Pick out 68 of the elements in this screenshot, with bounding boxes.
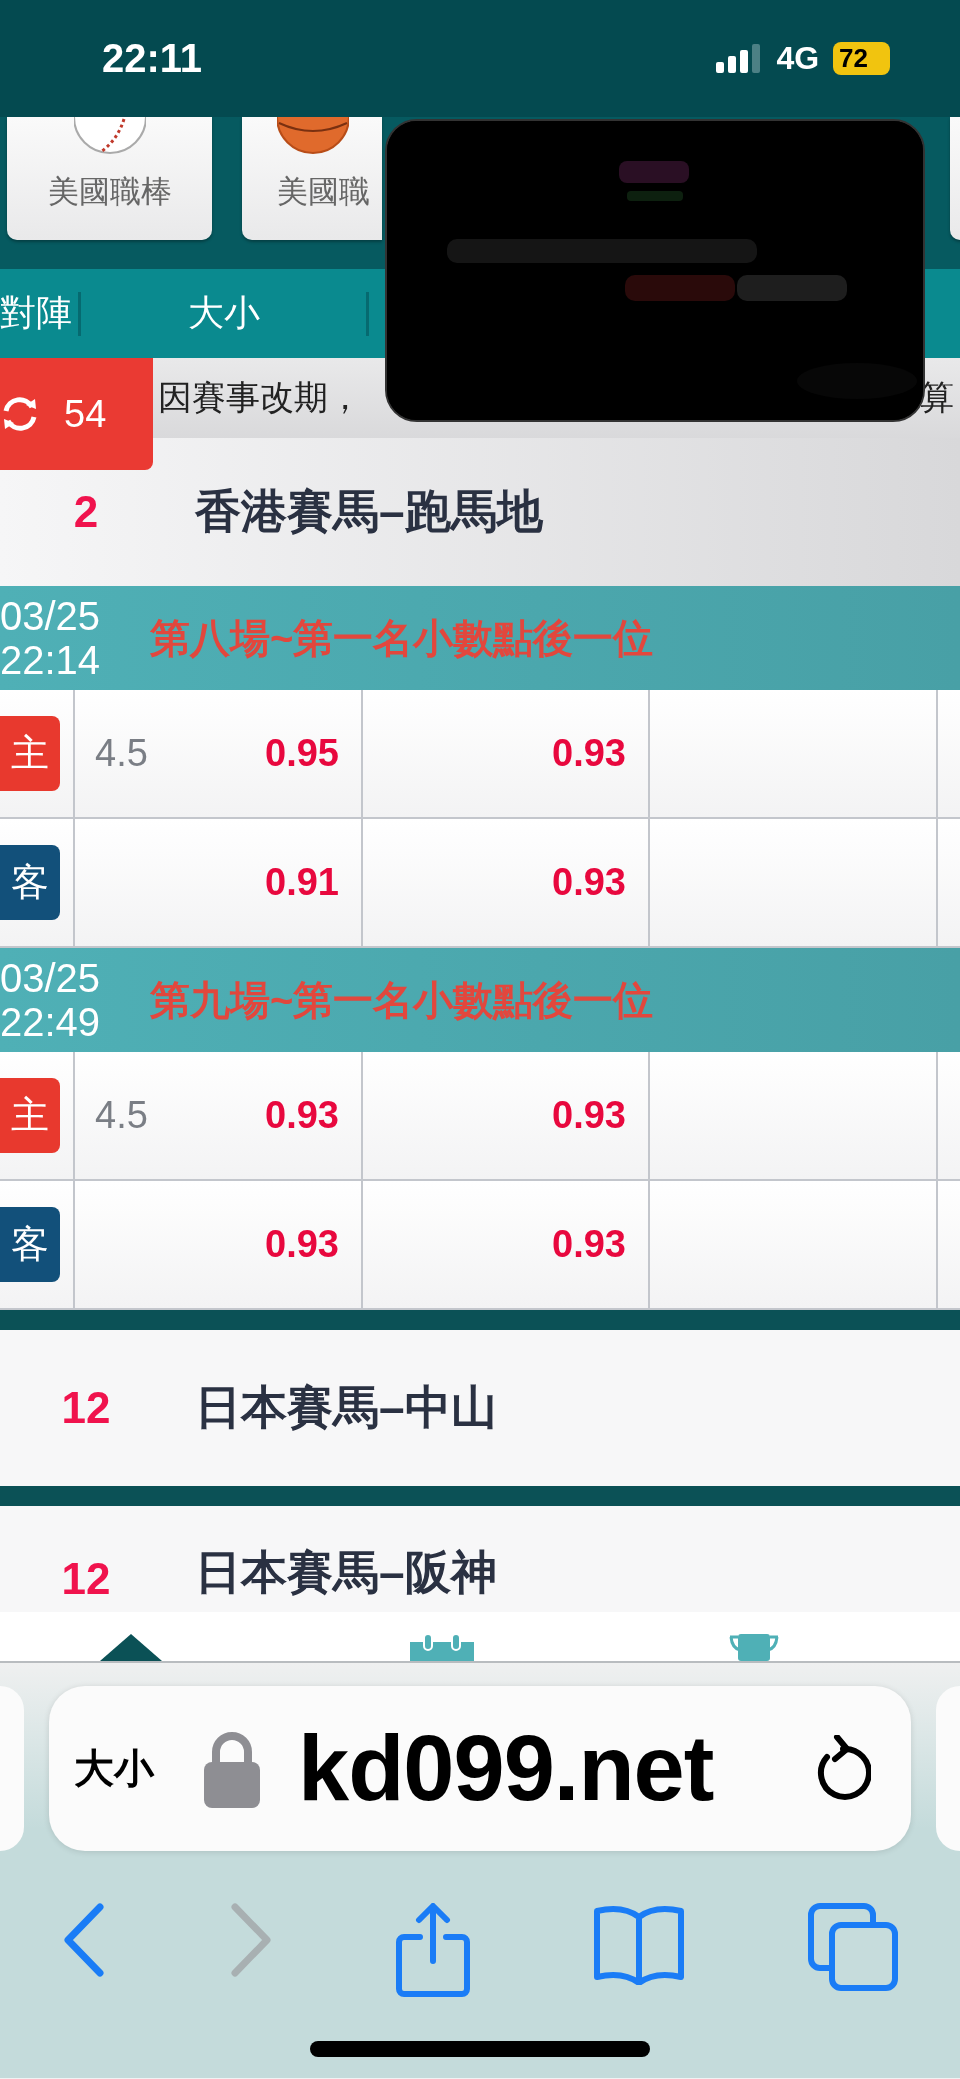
- odds-value: 0.93: [552, 1223, 626, 1266]
- sport-card[interactable]: 美國職棒: [7, 117, 212, 240]
- odds-cell[interactable]: 0.93: [73, 1181, 361, 1308]
- handicap-value: 4.5: [95, 1094, 148, 1137]
- basketball-icon: [277, 117, 349, 157]
- forward-icon[interactable]: [228, 1903, 273, 1977]
- card-label: 美國職棒: [47, 173, 172, 211]
- bookmarks-icon[interactable]: [593, 1903, 686, 1985]
- notice-text: 因賽事改期，: [158, 377, 362, 418]
- league-row[interactable]: 2 香港賽馬–跑馬地: [0, 438, 960, 586]
- home-icon[interactable]: [100, 1634, 162, 1661]
- odds-value: 0.93: [552, 1094, 626, 1137]
- tab-preview[interactable]: [0, 1686, 24, 1851]
- odds-cell[interactable]: 4.5 0.93: [73, 1052, 361, 1179]
- odds-value: 0.95: [265, 732, 339, 775]
- league-row[interactable]: 12 日本賽馬–阪神: [0, 1506, 960, 1612]
- league-row[interactable]: 12 日本賽馬–中山: [0, 1330, 960, 1486]
- race-date: 03/25: [0, 956, 102, 1000]
- lock-icon: [204, 1729, 260, 1808]
- address-bar[interactable]: 大小 kd099.net: [49, 1686, 911, 1851]
- odds-value: 0.93: [552, 732, 626, 775]
- odds-value: 0.93: [265, 1094, 339, 1137]
- battery-indicator: 72: [833, 42, 890, 75]
- page-settings-button[interactable]: 大小: [74, 1741, 154, 1796]
- side-badge: 客: [0, 1207, 60, 1282]
- trophy-icon[interactable]: [728, 1634, 780, 1661]
- odds-value: 0.91: [265, 861, 339, 904]
- handicap-value: 4.5: [95, 732, 148, 775]
- odds-cell[interactable]: 0.91: [73, 819, 361, 946]
- event-count: 12: [60, 1383, 112, 1433]
- notice-text: 算: [920, 377, 954, 418]
- refresh-button[interactable]: 54: [0, 358, 153, 470]
- odds-cell[interactable]: 0.93: [361, 819, 648, 946]
- tab[interactable]: 對陣: [0, 289, 78, 338]
- odds-cell[interactable]: 0.93: [361, 1052, 648, 1179]
- share-icon[interactable]: [395, 1903, 470, 1997]
- league-name: 日本賽馬–阪神: [195, 1545, 497, 1600]
- event-count: 2: [72, 487, 100, 537]
- side-badge: 主: [0, 1078, 60, 1153]
- race-title: 第九場~第一名小數點後一位: [150, 976, 654, 1024]
- league-name: 香港賽馬–跑馬地: [195, 484, 543, 539]
- side-badge: 客: [0, 845, 60, 920]
- odds-cell[interactable]: 0.93: [361, 1181, 648, 1308]
- race-time: 22:49: [0, 1000, 102, 1044]
- status-time: 22:11: [102, 36, 203, 81]
- odds-cell[interactable]: 4.5 0.95: [73, 690, 361, 817]
- race-time: 22:14: [0, 638, 102, 682]
- calendar-icon[interactable]: [410, 1634, 474, 1661]
- card-label: 美國職: [277, 173, 370, 211]
- tab[interactable]: 大小: [81, 289, 366, 338]
- event-count: 12: [60, 1554, 112, 1604]
- race-date: 03/25: [0, 594, 102, 638]
- refresh-icon: [2, 397, 38, 431]
- refresh-count: 54: [64, 392, 107, 436]
- odds-cell[interactable]: 0.93: [361, 690, 648, 817]
- league-name: 日本賽馬–中山: [195, 1380, 497, 1435]
- odds-value: 0.93: [552, 861, 626, 904]
- tab-preview[interactable]: [936, 1686, 960, 1851]
- back-icon[interactable]: [61, 1903, 106, 1977]
- odds-value: 0.93: [265, 1223, 339, 1266]
- baseball-icon: [73, 117, 146, 157]
- signal-icon: [716, 43, 763, 74]
- side-badge: 主: [0, 716, 60, 791]
- race-title: 第八場~第一名小數點後一位: [150, 614, 654, 662]
- sport-card[interactable]: 美國職: [242, 117, 382, 240]
- network-label: 4G: [776, 40, 820, 77]
- tabs-icon[interactable]: [808, 1903, 899, 1991]
- url-text: kd099.net: [298, 1716, 714, 1821]
